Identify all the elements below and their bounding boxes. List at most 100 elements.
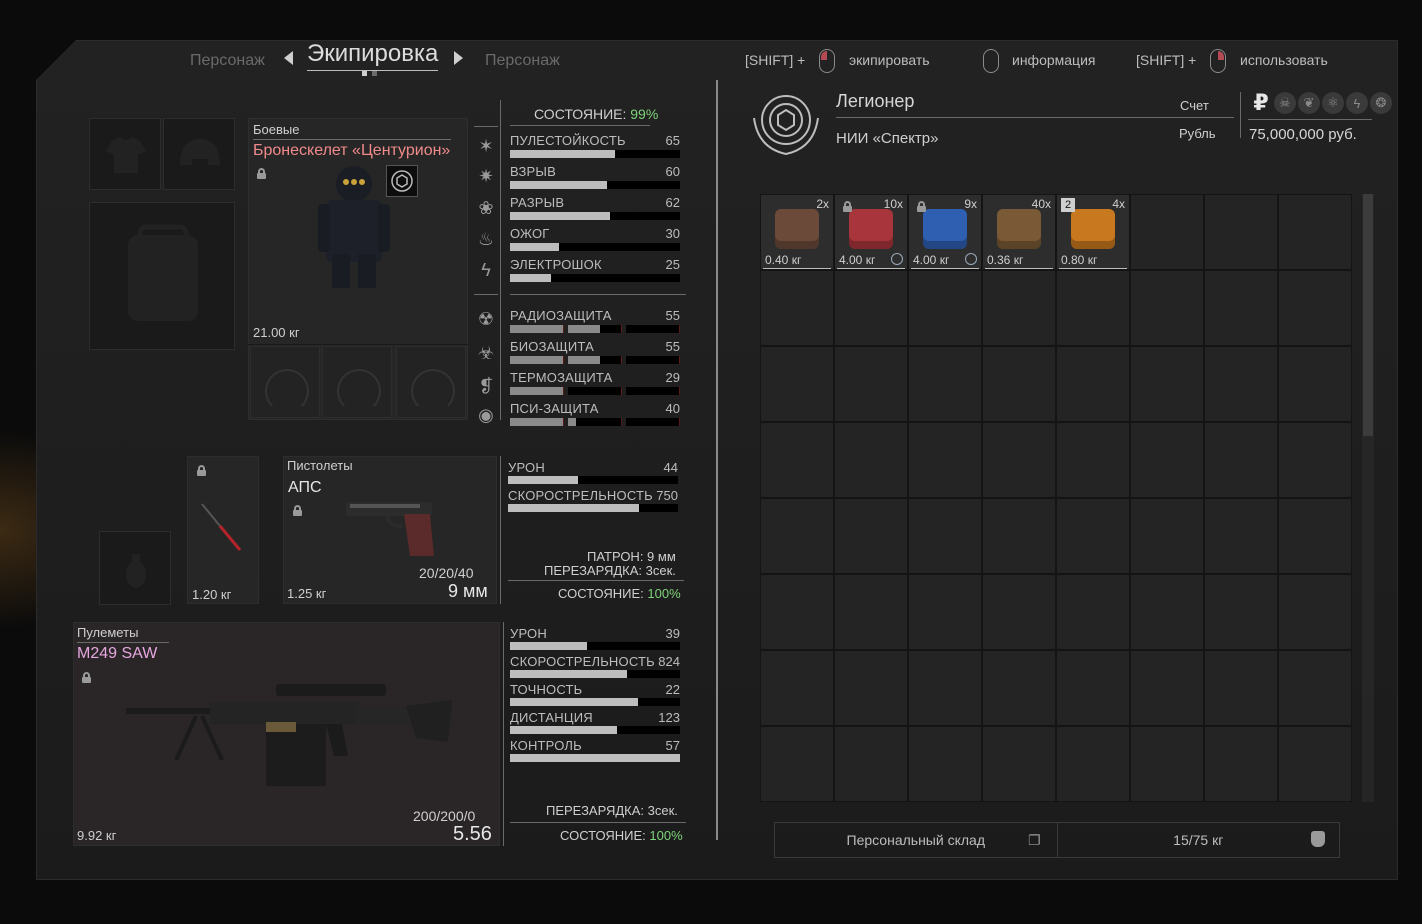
lock-icon: [843, 201, 852, 212]
hint-shift-prefix: [SHIFT] +: [745, 52, 806, 68]
energy-icon[interactable]: ϟ: [1346, 92, 1368, 114]
inventory-empty-cell[interactable]: [1204, 726, 1278, 802]
inventory-empty-cell[interactable]: [982, 650, 1056, 726]
inventory-empty-cell[interactable]: [1056, 726, 1130, 802]
inventory-empty-cell[interactable]: [908, 650, 982, 726]
inventory-empty-cell[interactable]: [908, 498, 982, 574]
inventory-empty-cell[interactable]: [1278, 346, 1352, 422]
inventory-empty-cell[interactable]: [982, 574, 1056, 650]
inventory-empty-cell[interactable]: [1278, 422, 1352, 498]
inventory-empty-cell[interactable]: [760, 498, 834, 574]
armor-mod-slot-2[interactable]: [322, 346, 392, 418]
inventory-empty-cell[interactable]: [760, 726, 834, 802]
inventory-empty-cell[interactable]: [1130, 194, 1204, 270]
inventory-empty-cell[interactable]: [908, 270, 982, 346]
inventory-empty-cell[interactable]: [834, 574, 908, 650]
skull-icon[interactable]: ☠: [1274, 92, 1296, 114]
armor-mod-slot-3[interactable]: [396, 346, 466, 418]
inventory-empty-cell[interactable]: [1204, 650, 1278, 726]
mg-stat-bar-3: [510, 726, 680, 734]
inventory-empty-cell[interactable]: [1204, 346, 1278, 422]
inventory-empty-cell[interactable]: [1204, 498, 1278, 574]
inventory-empty-cell[interactable]: [1130, 346, 1204, 422]
armor-mod-slot-1[interactable]: [250, 346, 320, 418]
inventory-empty-cell[interactable]: [1130, 726, 1204, 802]
inventory-empty-cell[interactable]: [834, 650, 908, 726]
inventory-empty-cell[interactable]: [1278, 650, 1352, 726]
tab-equipment[interactable]: Экипировка: [307, 40, 439, 71]
slot-helmet[interactable]: [163, 118, 235, 190]
prev-tab-arrow-icon[interactable]: [284, 51, 293, 65]
slot-shirt[interactable]: [89, 118, 161, 190]
inventory-empty-cell[interactable]: [1130, 574, 1204, 650]
inventory-empty-cell[interactable]: [982, 726, 1056, 802]
inventory-empty-cell[interactable]: [1278, 574, 1352, 650]
slot-backpack[interactable]: [89, 202, 235, 350]
inventory-item[interactable]: 10x 4.00 кг: [834, 194, 908, 270]
personal-storage-button[interactable]: Персональный склад ❐: [775, 823, 1058, 857]
inventory-scrollbar[interactable]: [1362, 194, 1374, 802]
inventory-empty-cell[interactable]: [982, 422, 1056, 498]
armor-resist-3-label: ПСИ-ЗАЩИТА: [510, 401, 599, 416]
inventory-empty-cell[interactable]: [834, 270, 908, 346]
inventory-empty-cell[interactable]: [1056, 650, 1130, 726]
inventory-empty-cell[interactable]: [760, 422, 834, 498]
inventory-empty-cell[interactable]: [1056, 498, 1130, 574]
inventory-empty-cell[interactable]: [908, 726, 982, 802]
clock-icon: [891, 253, 903, 265]
inventory-empty-cell[interactable]: [834, 422, 908, 498]
inventory-empty-cell[interactable]: [1204, 270, 1278, 346]
tab-character-left[interactable]: Персонаж: [190, 52, 265, 70]
inventory-empty-cell[interactable]: [982, 270, 1056, 346]
item-weight: 0.36 кг: [987, 253, 1024, 267]
inventory-empty-cell[interactable]: [982, 346, 1056, 422]
inventory-empty-cell[interactable]: [1056, 422, 1130, 498]
inventory-empty-cell[interactable]: [982, 498, 1056, 574]
inventory-empty-cell[interactable]: [760, 346, 834, 422]
inventory-empty-cell[interactable]: [1278, 498, 1352, 574]
inventory-empty-cell[interactable]: [908, 346, 982, 422]
lock-icon: [917, 201, 926, 212]
inventory-empty-cell[interactable]: [1130, 650, 1204, 726]
inventory-grid: 2x 0.40 кг 10x 4.00 кг 9x 4.00 кг 40x 0.36 кг 4x…: [760, 194, 1352, 802]
inventory-empty-cell[interactable]: [1056, 574, 1130, 650]
inventory-empty-cell[interactable]: [1204, 574, 1278, 650]
inventory-empty-cell[interactable]: [834, 346, 908, 422]
mg-stat-bar-2: [510, 698, 680, 706]
tab-character-right[interactable]: Персонаж: [485, 52, 560, 70]
creature-icon[interactable]: ❦: [1298, 92, 1320, 114]
inventory-empty-cell[interactable]: [908, 422, 982, 498]
slot-grenade[interactable]: [99, 531, 171, 605]
inventory-empty-cell[interactable]: [1204, 422, 1278, 498]
inventory-empty-cell[interactable]: [908, 574, 982, 650]
hint-equip-label: экипировать: [849, 52, 930, 68]
inventory-empty-cell[interactable]: [834, 726, 908, 802]
inventory-item[interactable]: 9x 4.00 кг: [908, 194, 982, 270]
inventory-empty-cell[interactable]: [760, 270, 834, 346]
scrollbar-thumb[interactable]: [1363, 194, 1373, 436]
next-tab-arrow-icon[interactable]: [454, 51, 463, 65]
mg-category: Пулеметы: [77, 625, 139, 640]
page-dot-active: [362, 71, 367, 76]
inventory-empty-cell[interactable]: [1056, 270, 1130, 346]
inventory-empty-cell[interactable]: [834, 498, 908, 574]
inventory-item[interactable]: 40x 0.36 кг: [982, 194, 1056, 270]
page-dot: [372, 71, 377, 76]
atom-icon[interactable]: ⚛: [1322, 92, 1344, 114]
inventory-item[interactable]: 2x 0.40 кг: [760, 194, 834, 270]
emblem-token-icon[interactable]: ❂: [1370, 92, 1392, 114]
inventory-empty-cell[interactable]: [760, 574, 834, 650]
balance-value: 75,000,000 руб.: [1249, 126, 1357, 143]
inventory-empty-cell[interactable]: [1130, 270, 1204, 346]
inventory-empty-cell[interactable]: [1056, 346, 1130, 422]
item-count: 10x: [883, 197, 903, 211]
inventory-empty-cell[interactable]: [1130, 422, 1204, 498]
ruble-icon[interactable]: ₽: [1250, 90, 1272, 115]
inventory-empty-cell[interactable]: [760, 650, 834, 726]
inventory-empty-cell[interactable]: [1204, 194, 1278, 270]
inventory-empty-cell[interactable]: [1278, 726, 1352, 802]
inventory-empty-cell[interactable]: [1278, 194, 1352, 270]
inventory-empty-cell[interactable]: [1278, 270, 1352, 346]
inventory-empty-cell[interactable]: [1130, 498, 1204, 574]
inventory-item[interactable]: 4x 0.80 кг 2: [1056, 194, 1130, 270]
